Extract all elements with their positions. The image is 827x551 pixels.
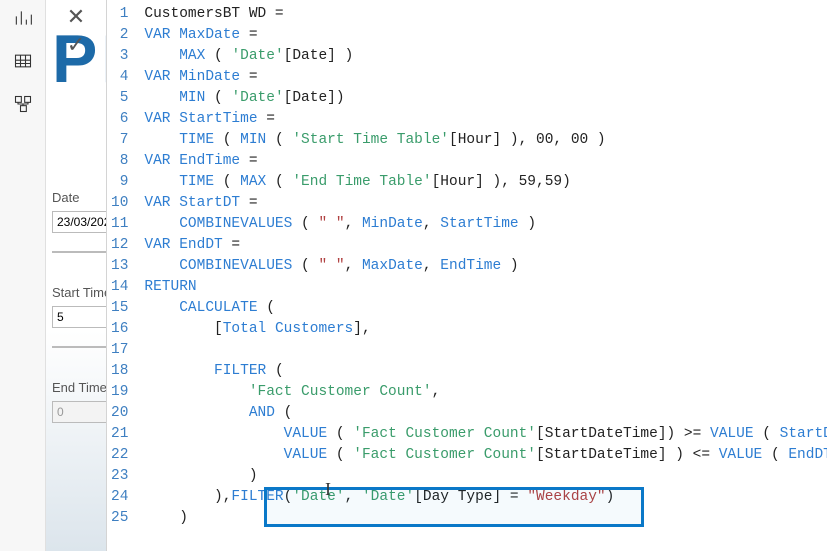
code-line[interactable]: ) bbox=[144, 466, 827, 487]
nav-table-icon[interactable] bbox=[13, 51, 33, 74]
line-number: 15 bbox=[111, 298, 128, 319]
code-line[interactable]: VALUE ( 'Fact Customer Count'[StartDateT… bbox=[144, 445, 827, 466]
line-number: 23 bbox=[111, 466, 128, 487]
code-editor[interactable]: 1234567891011121314151617181920212223242… bbox=[106, 0, 827, 551]
code-line[interactable]: COMBINEVALUES ( " ", MaxDate, EndTime ) bbox=[144, 256, 827, 277]
line-number: 4 bbox=[111, 67, 128, 88]
line-number: 21 bbox=[111, 424, 128, 445]
line-gutter: 1234567891011121314151617181920212223242… bbox=[107, 0, 136, 551]
code-line[interactable]: RETURN bbox=[144, 277, 827, 298]
code-line[interactable]: MIN ( 'Date'[Date]) bbox=[144, 88, 827, 109]
line-number: 1 bbox=[111, 4, 128, 25]
nav-model-icon[interactable] bbox=[13, 94, 33, 117]
code-line[interactable]: TIME ( MAX ( 'End Time Table'[Hour] ), 5… bbox=[144, 172, 827, 193]
code-line[interactable]: VAR MaxDate = bbox=[144, 25, 827, 46]
code-line[interactable]: MAX ( 'Date'[Date] ) bbox=[144, 46, 827, 67]
line-number: 7 bbox=[111, 130, 128, 151]
code-line[interactable]: TIME ( MIN ( 'Start Time Table'[Hour] ),… bbox=[144, 130, 827, 151]
code-line[interactable]: ),FILTER('Date', 'Date'[Day Type] = "Wee… bbox=[144, 487, 827, 508]
code-line[interactable]: VAR StartDT = bbox=[144, 193, 827, 214]
code-line[interactable]: CALCULATE ( bbox=[144, 298, 827, 319]
code-line[interactable]: VALUE ( 'Fact Customer Count'[StartDateT… bbox=[144, 424, 827, 445]
line-number: 14 bbox=[111, 277, 128, 298]
line-number: 25 bbox=[111, 508, 128, 529]
line-number: 24 bbox=[111, 487, 128, 508]
line-number: 13 bbox=[111, 256, 128, 277]
code-line[interactable]: ) bbox=[144, 508, 827, 529]
line-number: 22 bbox=[111, 445, 128, 466]
line-number: 9 bbox=[111, 172, 128, 193]
code-line[interactable]: VAR EndTime = bbox=[144, 151, 827, 172]
code-line[interactable]: [Total Customers], bbox=[144, 319, 827, 340]
code-body[interactable]: CustomersBT WD =VAR MaxDate = MAX ( 'Dat… bbox=[136, 0, 827, 551]
editor-toolbar: ✕ ✓ bbox=[46, 0, 106, 551]
code-line[interactable]: FILTER ( bbox=[144, 361, 827, 382]
code-line[interactable]: AND ( bbox=[144, 403, 827, 424]
nav-rail bbox=[0, 0, 46, 551]
code-line[interactable]: COMBINEVALUES ( " ", MinDate, StartTime … bbox=[144, 214, 827, 235]
line-number: 5 bbox=[111, 88, 128, 109]
line-number: 12 bbox=[111, 235, 128, 256]
line-number: 3 bbox=[111, 46, 128, 67]
code-line[interactable]: CustomersBT WD = bbox=[144, 4, 827, 25]
line-number: 10 bbox=[111, 193, 128, 214]
line-number: 2 bbox=[111, 25, 128, 46]
code-line[interactable]: VAR StartTime = bbox=[144, 109, 827, 130]
code-line[interactable]: VAR MinDate = bbox=[144, 67, 827, 88]
code-line[interactable]: 'Fact Customer Count', bbox=[144, 382, 827, 403]
line-number: 16 bbox=[111, 319, 128, 340]
line-number: 20 bbox=[111, 403, 128, 424]
line-number: 17 bbox=[111, 340, 128, 361]
formula-editor: ✕ ✓ 123456789101112131415161718192021222… bbox=[46, 0, 827, 551]
line-number: 18 bbox=[111, 361, 128, 382]
line-number: 8 bbox=[111, 151, 128, 172]
line-number: 19 bbox=[111, 382, 128, 403]
code-line[interactable] bbox=[144, 340, 827, 361]
nav-chart-icon[interactable] bbox=[13, 8, 33, 31]
line-number: 6 bbox=[111, 109, 128, 130]
commit-icon[interactable]: ✓ bbox=[67, 34, 85, 56]
main-area: PR Date Start Time End Time ✕ ✓ 12345678… bbox=[46, 0, 827, 551]
cancel-icon[interactable]: ✕ bbox=[67, 6, 85, 28]
code-line[interactable]: VAR EndDT = bbox=[144, 235, 827, 256]
line-number: 11 bbox=[111, 214, 128, 235]
